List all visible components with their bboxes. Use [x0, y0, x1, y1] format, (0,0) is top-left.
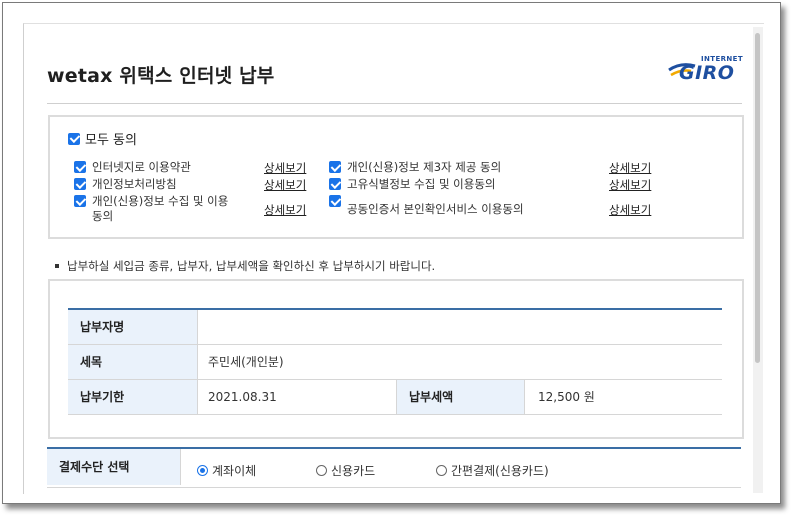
amount-value: 12,500 원	[538, 390, 595, 404]
consent-terms-label: 인터넷지로 이용약관	[92, 160, 191, 174]
radio-credit-card-dot[interactable]	[316, 465, 327, 476]
table-row: 세목 주민세(개인분)	[68, 345, 722, 380]
consent-third-party-detail-link[interactable]: 상세보기	[609, 160, 651, 176]
payment-method-header: 결제수단 선택	[47, 449, 181, 485]
consent-third-party-label: 개인(신용)정보 제3자 제공 동의	[347, 160, 502, 174]
payer-header: 납부자명	[68, 310, 198, 344]
radio-easy-pay-dot[interactable]	[436, 465, 447, 476]
popup-window: wetax 위택스 인터넷 납부 INTERNET GIRO 모두 동의 인터넷…	[2, 2, 781, 504]
tax-item-value: 주민세(개인분)	[208, 355, 284, 369]
consent-collection-detail-link[interactable]: 상세보기	[264, 202, 306, 218]
payment-info-table: 납부자명 세목 주민세(개인분) 납부기한 2021.08.31 납부세액 12…	[68, 308, 722, 415]
amount-header: 납부세액	[396, 380, 525, 414]
vertical-scrollbar[interactable]	[753, 27, 763, 493]
payment-info-box: 납부자명 세목 주민세(개인분) 납부기한 2021.08.31 납부세액 12…	[48, 279, 744, 439]
consent-certificate-detail-link[interactable]: 상세보기	[609, 202, 651, 218]
notice-text: 납부하실 세입금 종류, 납부자, 납부세액을 확인하신 후 납부하시기 바랍니…	[67, 259, 436, 273]
consent-certificate-checkbox[interactable]	[329, 195, 341, 207]
tax-item-header: 세목	[68, 345, 198, 379]
radio-bank-transfer-dot[interactable]	[197, 465, 208, 476]
scrollbar-thumb[interactable]	[755, 33, 760, 363]
consent-terms-checkbox[interactable]	[74, 161, 86, 173]
consent-privacy-detail-link[interactable]: 상세보기	[264, 177, 306, 193]
radio-bank-transfer-label: 계좌이체	[212, 464, 257, 478]
agree-all-checkbox[interactable]	[68, 132, 80, 145]
consent-privacy-checkbox[interactable]	[74, 178, 86, 190]
consent-unique-id-checkbox[interactable]	[329, 178, 341, 190]
giro-logo: INTERNET GIRO	[667, 55, 745, 85]
consent-certificate-label: 공동인증서 본인확인서비스 이용동의	[347, 202, 524, 216]
consent-box: 모두 동의 인터넷지로 이용약관 상세보기 개인정보처리방침 상세보기 개인(신…	[48, 115, 744, 239]
consent-collection-label-line2: 동의	[92, 209, 114, 223]
radio-bank-transfer[interactable]: 계좌이체	[197, 462, 256, 479]
consent-collection-checkbox[interactable]	[74, 195, 86, 207]
due-date-header: 납부기한	[68, 380, 198, 414]
radio-credit-card[interactable]: 신용카드	[316, 462, 375, 479]
radio-easy-pay-label: 간편결제(신용카드)	[451, 464, 549, 478]
agree-all[interactable]: 모두 동의	[68, 129, 137, 148]
bullet-icon	[55, 264, 59, 268]
consent-collection-label-line1: 개인(신용)정보 수집 및 이용	[92, 194, 229, 208]
agree-all-label: 모두 동의	[85, 133, 137, 148]
title-divider	[47, 103, 742, 104]
consent-unique-id-detail-link[interactable]: 상세보기	[609, 177, 651, 193]
notice: 납부하실 세입금 종류, 납부자, 납부세액을 확인하신 후 납부하시기 바랍니…	[55, 258, 435, 274]
consent-terms-detail-link[interactable]: 상세보기	[264, 160, 306, 176]
table-row: 납부자명	[68, 310, 722, 345]
logo-giro-text: GIRO	[679, 62, 735, 84]
page-title: wetax 위택스 인터넷 납부	[47, 65, 275, 87]
payment-method-row: 결제수단 선택 계좌이체 신용카드 간편결제(신용카드)	[47, 447, 741, 488]
consent-third-party-checkbox[interactable]	[329, 161, 341, 173]
table-row: 납부기한 2021.08.31 납부세액 12,500 원	[68, 380, 722, 415]
due-date-value: 2021.08.31	[208, 390, 277, 404]
consent-privacy-label: 개인정보처리방침	[92, 177, 177, 191]
radio-credit-card-label: 신용카드	[331, 464, 376, 478]
consent-unique-id-label: 고유식별정보 수집 및 이용동의	[347, 177, 496, 191]
radio-easy-pay[interactable]: 간편결제(신용카드)	[436, 462, 549, 479]
